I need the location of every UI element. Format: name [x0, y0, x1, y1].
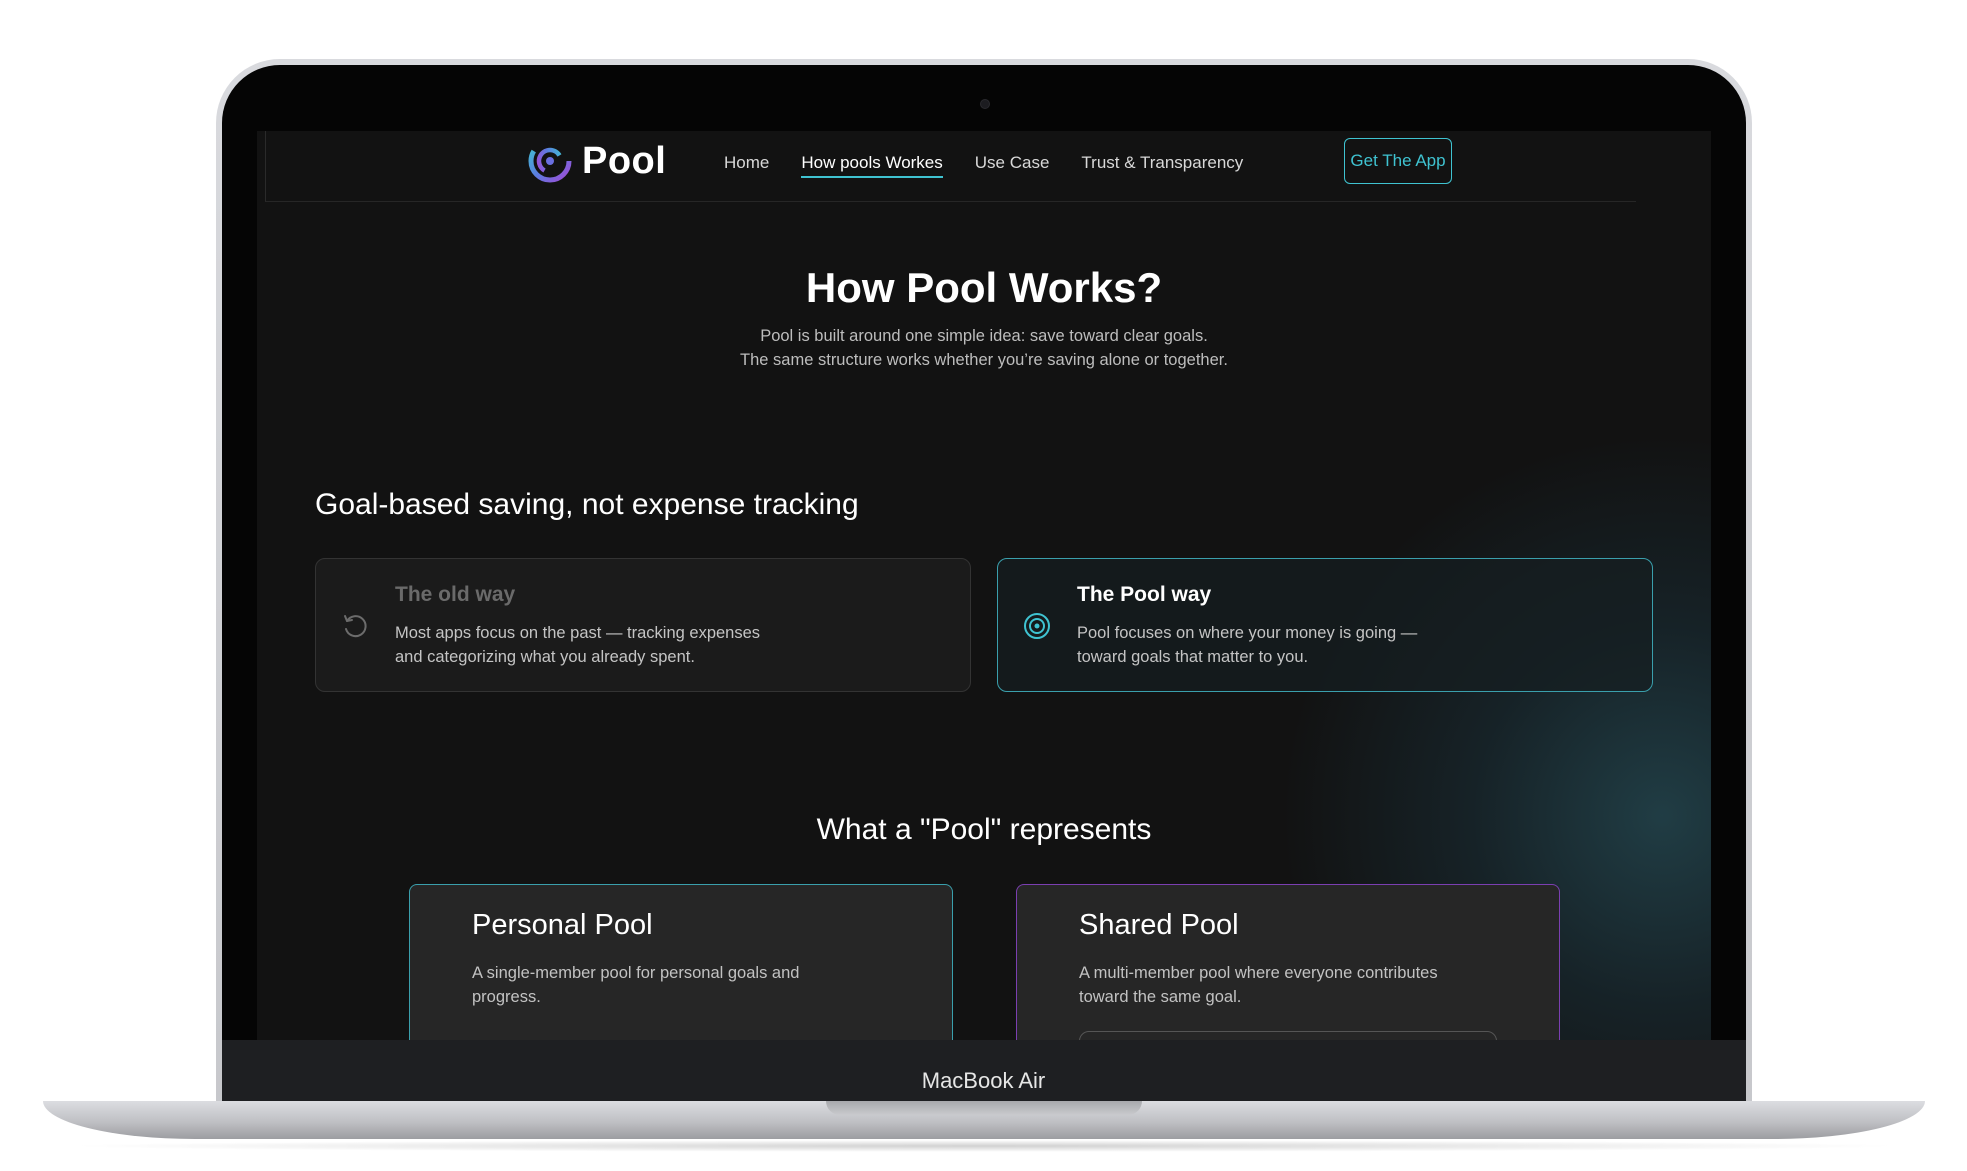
top-navigation: Pool Home How pools Workes Use Case Trus… [265, 131, 1636, 202]
brand-logo[interactable]: Pool [528, 139, 666, 183]
subtitle-line-1: Pool is built around one simple idea: sa… [760, 327, 1208, 345]
subtitle-line-2: The same structure works whether you’re … [740, 351, 1228, 369]
brand-name: Pool [582, 139, 667, 182]
shared-pool-text-line-1: A multi-member pool where everyone contr… [1079, 964, 1438, 982]
nav-link-home[interactable]: Home [724, 153, 769, 178]
shared-pool-inner-element [1079, 1031, 1497, 1040]
browser-viewport: Pool Home How pools Workes Use Case Trus… [257, 131, 1711, 1040]
pool-way-card: The Pool way Pool focuses on where your … [997, 558, 1653, 692]
shared-pool-text-line-2: toward the same goal. [1079, 988, 1242, 1006]
laptop-hinge-notch [826, 1101, 1142, 1115]
get-the-app-button[interactable]: Get The App [1344, 138, 1452, 184]
shared-pool-card[interactable]: Shared Pool A multi-member pool where ev… [1016, 884, 1560, 1040]
pool-way-text-line-1: Pool focuses on where your money is goin… [1077, 624, 1418, 642]
history-icon [344, 615, 367, 638]
old-way-card: The old way Most apps focus on the past … [315, 558, 971, 692]
personal-pool-text-line-2: progress. [472, 988, 541, 1006]
personal-pool-card[interactable]: Personal Pool A single-member pool for p… [409, 884, 953, 1040]
represents-heading: What a "Pool" represents [816, 813, 1152, 846]
laptop-shadow [60, 1140, 1908, 1152]
nav-links: Home How pools Workes Use Case Trust & T… [724, 153, 1243, 178]
pool-way-text: Pool focuses on where your money is goin… [1077, 621, 1507, 669]
old-way-title: The old way [395, 583, 516, 606]
nav-link-how-pools-works[interactable]: How pools Workes [801, 153, 943, 178]
pool-way-text-line-2: toward goals that matter to you. [1077, 648, 1309, 666]
page-title: How Pool Works? [805, 264, 1163, 311]
nav-link-use-case[interactable]: Use Case [975, 153, 1050, 178]
personal-pool-text-line-1: A single-member pool for personal goals … [472, 964, 800, 982]
old-way-text: Most apps focus on the past — tracking e… [395, 621, 825, 669]
comparison-heading: Goal-based saving, not expense tracking [315, 488, 859, 521]
old-way-text-line-1: Most apps focus on the past — tracking e… [395, 624, 761, 642]
personal-pool-title: Personal Pool [472, 909, 653, 941]
camera-icon [980, 99, 990, 109]
pool-way-title: The Pool way [1077, 583, 1212, 606]
device-model-label: MacBook Air [921, 1068, 1046, 1093]
nav-link-trust-transparency[interactable]: Trust & Transparency [1081, 153, 1243, 178]
target-icon [1024, 613, 1050, 639]
shared-pool-text: A multi-member pool where everyone contr… [1079, 961, 1499, 1009]
old-way-text-line-2: and categorizing what you already spent. [395, 648, 695, 666]
pool-swirl-icon [528, 139, 572, 183]
shared-pool-title: Shared Pool [1079, 909, 1239, 941]
personal-pool-text: A single-member pool for personal goals … [472, 961, 892, 1009]
page-subtitle: Pool is built around one simple idea: sa… [257, 324, 1711, 372]
